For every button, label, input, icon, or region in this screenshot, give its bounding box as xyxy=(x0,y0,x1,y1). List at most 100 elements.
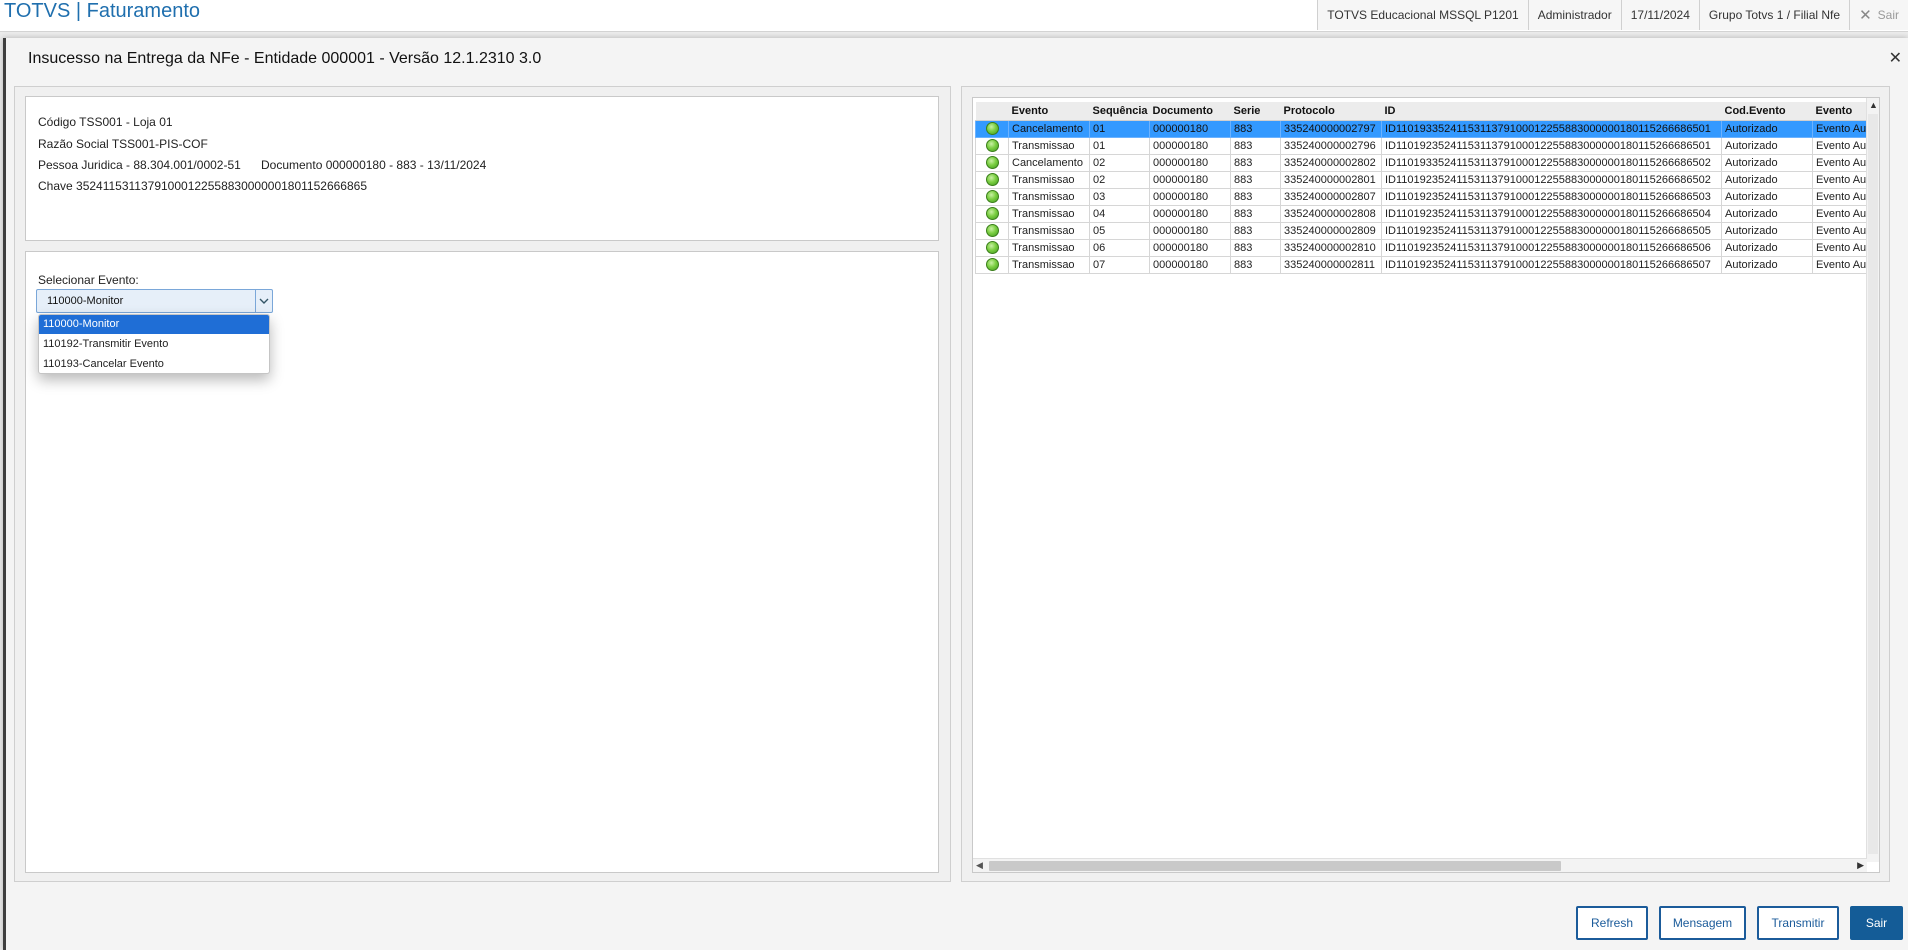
events-grid: Evento Sequência Documento Serie Protoco… xyxy=(972,97,1880,873)
table-row[interactable]: Transmissao 02 000000180 883 33524000000… xyxy=(975,170,1866,189)
evento-desc-cell: Evento Autorizado xyxy=(1812,221,1866,240)
protocolo-cell: 335240000002807 xyxy=(1280,187,1382,206)
scroll-left-arrow-icon[interactable]: ◀ xyxy=(976,860,983,871)
refresh-button[interactable]: Refresh xyxy=(1576,906,1648,940)
documento-cell: 000000180 xyxy=(1149,170,1231,189)
table-row[interactable]: Transmissao 06 000000180 883 33524000000… xyxy=(975,238,1866,257)
evento-desc-cell: Evento Autorizado xyxy=(1812,119,1866,138)
horizontal-scroll-thumb[interactable] xyxy=(989,861,1561,871)
close-icon: ✕ xyxy=(1888,50,1902,67)
evento-cell: Cancelamento xyxy=(1008,119,1090,138)
vertical-scrollbar[interactable]: ▲ xyxy=(1866,98,1879,862)
protocolo-cell: 335240000002810 xyxy=(1280,238,1382,257)
column-header[interactable]: Protocolo xyxy=(1280,102,1382,121)
close-icon: ✕ xyxy=(1859,7,1872,24)
serie-cell: 883 xyxy=(1230,119,1281,138)
column-header[interactable]: Cod.Evento xyxy=(1721,102,1813,121)
sequencia-cell: 01 xyxy=(1089,136,1150,155)
branch-status[interactable]: Grupo Totvs 1 / Filial Nfe xyxy=(1698,0,1850,30)
protocolo-cell: 335240000002802 xyxy=(1280,153,1382,172)
user-status[interactable]: Administrador xyxy=(1527,0,1621,30)
documento-cell: 000000180 xyxy=(1149,204,1231,223)
table-row[interactable]: Transmissao 05 000000180 883 33524000000… xyxy=(975,221,1866,240)
protocolo-cell: 335240000002809 xyxy=(1280,221,1382,240)
event-combo[interactable]: 110000-Monitor xyxy=(36,289,273,313)
evento-cell: Transmissao xyxy=(1008,255,1090,274)
column-header[interactable]: Serie xyxy=(1230,102,1281,121)
status-cell xyxy=(975,255,1009,274)
evento-desc-cell: Evento Autorizado xyxy=(1812,187,1866,206)
chave-text: Chave 3524115311379100012255883000000180… xyxy=(38,179,367,193)
transmitir-button[interactable]: Transmitir xyxy=(1757,906,1839,940)
evento-cell: Transmissao xyxy=(1008,136,1090,155)
documento-cell: 000000180 xyxy=(1149,153,1231,172)
evento-desc-cell: Evento Autorizado xyxy=(1812,255,1866,274)
id-cell: ID11019235241153113791000122558830000001… xyxy=(1381,187,1722,206)
codigo-text: Código TSS001 - Loja 01 xyxy=(38,115,173,129)
sair-button[interactable]: Sair xyxy=(1850,906,1903,940)
vertical-scroll-thumb[interactable] xyxy=(1868,114,1878,854)
id-cell: ID11019235241153113791000122558830000001… xyxy=(1381,204,1722,223)
sequencia-cell: 06 xyxy=(1089,238,1150,257)
table-row[interactable]: Transmissao 01 000000180 883 33524000000… xyxy=(975,136,1866,155)
event-select-box: Selecionar Evento: 110000-Monitor 110000… xyxy=(25,251,939,873)
serie-cell: 883 xyxy=(1230,255,1281,274)
date-status[interactable]: 17/11/2024 xyxy=(1620,0,1699,30)
dialog-close-button[interactable]: ✕ xyxy=(1889,48,1902,68)
documento-cell: 000000180 xyxy=(1149,255,1231,274)
scroll-right-arrow-icon[interactable]: ▶ xyxy=(1857,860,1864,871)
documento-text: Documento 000000180 - 883 - 13/11/2024 xyxy=(261,158,487,172)
chevron-down-icon[interactable] xyxy=(255,290,272,312)
serie-cell: 883 xyxy=(1230,238,1281,257)
environment-status[interactable]: TOTVS Educacional MSSQL P1201 xyxy=(1317,0,1528,30)
exit-button[interactable]: ✕ Sair xyxy=(1849,0,1908,30)
id-cell: ID11019235241153113791000122558830000001… xyxy=(1381,170,1722,189)
id-cell: ID11019335241153113791000122558830000001… xyxy=(1381,153,1722,172)
mensagem-button[interactable]: Mensagem xyxy=(1659,906,1746,940)
scroll-up-arrow-icon[interactable]: ▲ xyxy=(1868,100,1879,111)
column-header[interactable]: Evento xyxy=(1812,102,1866,121)
status-cell xyxy=(975,238,1009,257)
cod-evento-cell: Autorizado xyxy=(1721,153,1813,172)
green-status-icon xyxy=(985,241,999,254)
column-header[interactable]: ID xyxy=(1381,102,1722,121)
sequencia-cell: 07 xyxy=(1089,255,1150,274)
green-status-icon xyxy=(985,156,999,169)
documento-cell: 000000180 xyxy=(1149,238,1231,257)
column-header[interactable] xyxy=(975,102,1009,121)
green-status-icon xyxy=(985,258,999,271)
event-option[interactable]: 110193-Cancelar Evento xyxy=(39,355,269,373)
evento-desc-cell: Evento Autorizado xyxy=(1812,238,1866,257)
status-cell xyxy=(975,204,1009,223)
event-combo-value: 110000-Monitor xyxy=(47,295,124,307)
cod-evento-cell: Autorizado xyxy=(1721,136,1813,155)
events-grid-body: Evento Sequência Documento Serie Protoco… xyxy=(975,102,1866,742)
dialog: Insucesso na Entrega da NFe - Entidade 0… xyxy=(3,38,1908,950)
column-header[interactable]: Evento xyxy=(1008,102,1090,121)
event-option[interactable]: 110000-Monitor xyxy=(39,315,269,334)
column-header[interactable]: Sequência xyxy=(1089,102,1150,121)
table-row[interactable]: Transmissao 04 000000180 883 33524000000… xyxy=(975,204,1866,223)
column-header[interactable]: Documento xyxy=(1149,102,1231,121)
evento-cell: Cancelamento xyxy=(1008,153,1090,172)
serie-cell: 883 xyxy=(1230,221,1281,240)
table-row[interactable]: Transmissao 03 000000180 883 33524000000… xyxy=(975,187,1866,206)
select-event-label: Selecionar Evento: xyxy=(38,273,139,287)
protocolo-cell: 335240000002808 xyxy=(1280,204,1382,223)
evento-cell: Transmissao xyxy=(1008,170,1090,189)
documento-cell: 000000180 xyxy=(1149,221,1231,240)
event-option[interactable]: 110192-Transmitir Evento xyxy=(39,335,269,354)
events-table: Evento Sequência Documento Serie Protoco… xyxy=(975,102,1866,274)
table-row[interactable]: Cancelamento 01 000000180 883 3352400000… xyxy=(975,119,1866,138)
table-row[interactable]: Transmissao 07 000000180 883 33524000000… xyxy=(975,255,1866,274)
horizontal-scrollbar[interactable]: ◀ ▶ xyxy=(973,858,1867,872)
cod-evento-cell: Autorizado xyxy=(1721,238,1813,257)
table-row[interactable]: Cancelamento 02 000000180 883 3352400000… xyxy=(975,153,1866,172)
documento-cell: 000000180 xyxy=(1149,136,1231,155)
green-status-icon xyxy=(985,139,999,152)
cod-evento-cell: Autorizado xyxy=(1721,204,1813,223)
status-cell xyxy=(975,170,1009,189)
evento-cell: Transmissao xyxy=(1008,238,1090,257)
razao-social-text: Razão Social TSS001-PIS-COF xyxy=(38,137,208,151)
evento-desc-cell: Evento Autorizado xyxy=(1812,136,1866,155)
